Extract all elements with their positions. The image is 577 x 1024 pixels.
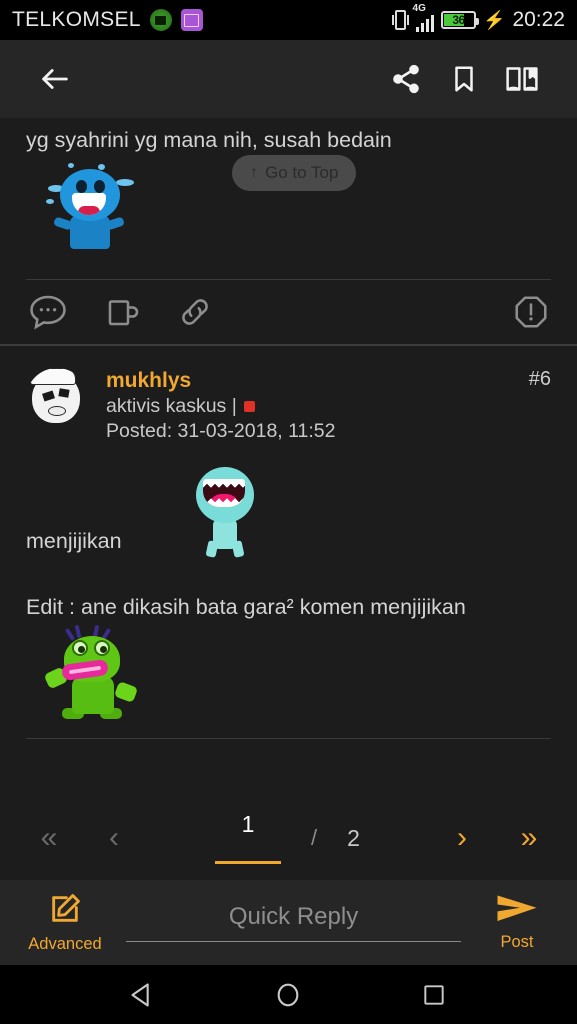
post-body-row-1: menjijikan [0, 467, 577, 567]
cendol-mug-icon[interactable] [104, 294, 140, 330]
pagination-current-label: 1 [241, 810, 255, 837]
post-body-text: yg syahrini yg mana nih, susah bedain [26, 128, 392, 152]
post-button[interactable]: Post [479, 893, 555, 952]
thread-content[interactable]: yg syahrini yg mana nih, susah bedain mu… [0, 118, 577, 880]
post-action-row [0, 280, 577, 344]
post-previous: yg syahrini yg mana nih, susah bedain [0, 118, 577, 344]
nav-home-icon[interactable] [258, 971, 318, 1019]
post-line-1: menjijikan [26, 529, 122, 554]
blue-laughing-emoticon [44, 163, 138, 255]
post-number: #6 [528, 368, 551, 391]
pagination-separator: / [311, 825, 318, 850]
pagination-last-button[interactable]: » [493, 823, 565, 853]
pagination-next-button[interactable]: › [431, 823, 493, 853]
cyan-open-mouth-emoticon [194, 467, 256, 559]
post-bottom-divider [26, 738, 551, 740]
post-current: mukhlys aktivis kaskus | Posted: 31-03-2… [0, 346, 577, 740]
gallery-notification-icon [180, 9, 203, 31]
android-status-bar: TELKOMSEL 4G 36 ⚡ 20:22 [0, 0, 577, 40]
compose-icon [48, 892, 82, 931]
network-type-label: 4G [412, 3, 426, 14]
app-root: TELKOMSEL 4G 36 ⚡ 20:22 yg syahrini yg m… [0, 0, 577, 1024]
quick-reply-input[interactable] [126, 903, 461, 942]
post-header: mukhlys aktivis kaskus | Posted: 31-03-2… [0, 346, 577, 445]
pagination-bar: « ‹ 1 / 2 › » [0, 796, 577, 880]
status-bar-right: 4G 36 ⚡ 20:22 [391, 4, 565, 32]
battery-level-label: 36 [452, 13, 465, 27]
pagination-active-underline [215, 860, 282, 864]
pagination-prev-button[interactable]: ‹ [84, 823, 144, 853]
report-icon[interactable] [513, 294, 549, 330]
pagination-total-pages[interactable]: 2 [347, 825, 360, 852]
read-mode-book-icon[interactable] [493, 50, 551, 108]
status-bar-left: TELKOMSEL [12, 8, 392, 32]
charging-bolt-icon: ⚡ [483, 10, 506, 30]
post-line-2: Edit : ane dikasih bata gara² komen menj… [26, 595, 466, 620]
android-nav-bar [0, 965, 577, 1024]
green-frog-emoticon [38, 624, 146, 720]
arrow-up-icon: ↑ [250, 164, 258, 181]
clock-label: 20:22 [512, 8, 565, 31]
back-arrow-icon[interactable] [26, 50, 84, 108]
advanced-label: Advanced [28, 934, 102, 953]
send-icon [496, 893, 538, 930]
link-icon[interactable] [176, 294, 214, 330]
carrier-label: TELKOMSEL [12, 8, 141, 31]
signal-bars-icon: 4G [413, 4, 435, 32]
post-username[interactable]: mukhlys [106, 368, 551, 394]
nav-recents-icon[interactable] [404, 971, 464, 1019]
app-toolbar [0, 40, 577, 118]
app-notification-icon [149, 9, 172, 31]
vibrate-icon [391, 10, 409, 30]
quick-reply-field-wrapper[interactable] [126, 895, 461, 951]
post-meta: mukhlys aktivis kaskus | Posted: 31-03-2… [88, 368, 551, 445]
quick-reply-bar: Advanced Post [0, 880, 577, 965]
avatar[interactable] [26, 368, 88, 431]
post-user-title: aktivis kaskus | [106, 394, 551, 420]
pagination-indicator: 1 / 2 [144, 810, 431, 864]
battery-icon: 36 [441, 11, 480, 29]
advanced-button[interactable]: Advanced [22, 892, 108, 954]
pagination-first-button[interactable]: « [14, 823, 84, 853]
post-label: Post [500, 933, 534, 951]
nav-back-icon[interactable] [113, 971, 173, 1019]
pagination-current-page[interactable]: 1 [215, 810, 282, 864]
post-timestamp: Posted: 31-03-2018, 11:52 [106, 420, 336, 443]
comment-icon[interactable] [28, 294, 68, 330]
bookmark-icon[interactable] [435, 50, 493, 108]
go-to-top-label: Go to Top [265, 163, 339, 182]
go-to-top-button[interactable]: ↑ Go to Top [232, 155, 357, 191]
user-title-label: aktivis kaskus | [106, 394, 237, 417]
reputation-dot-icon [243, 400, 255, 412]
share-icon[interactable] [377, 50, 435, 108]
